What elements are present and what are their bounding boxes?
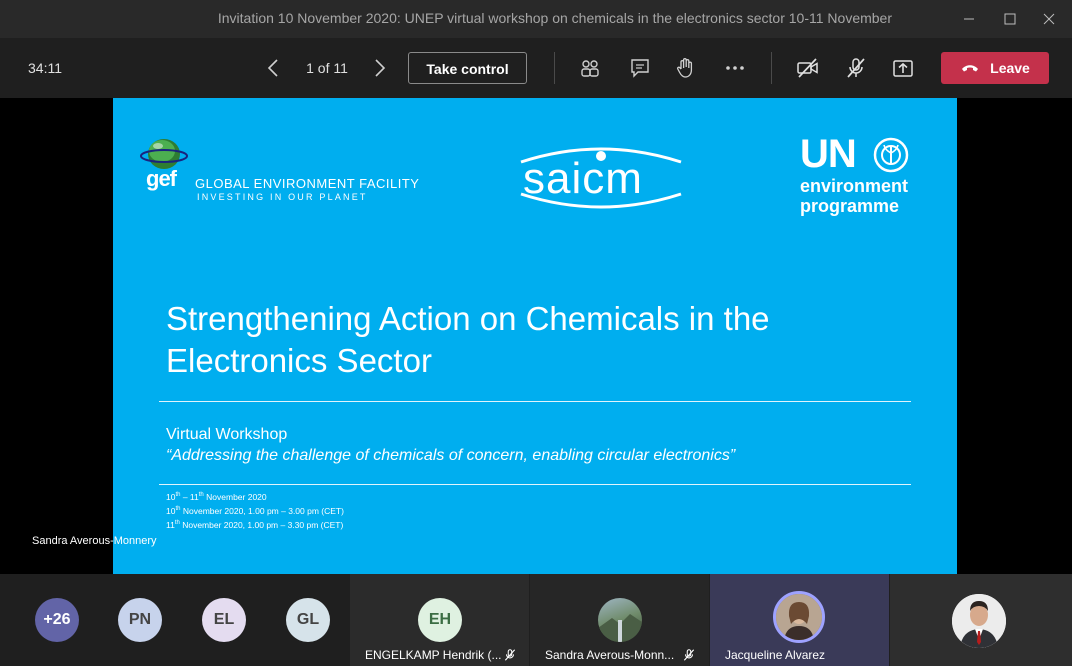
participant-strip: +26 PN EL GL EH ENGELKAMP Hendrik (... S…	[0, 574, 1072, 666]
un-letters: UN	[800, 132, 857, 176]
slide-subtitle: Virtual Workshop	[166, 426, 288, 443]
avatar[interactable]: PN	[118, 598, 162, 642]
overflow-participants-button[interactable]: +26	[35, 598, 79, 642]
slide-divider	[159, 484, 911, 485]
date-line-1: 10th – 11th November 2020	[166, 491, 267, 502]
raise-hand-icon[interactable]	[674, 56, 698, 80]
camera-off-icon[interactable]	[796, 56, 820, 80]
avatar: EH	[418, 598, 462, 642]
landscape-photo-icon	[598, 614, 642, 642]
maximize-icon	[1004, 13, 1016, 25]
close-icon	[1043, 13, 1055, 25]
participant-tile[interactable]: EH ENGELKAMP Hendrik (...	[350, 574, 529, 666]
participant-name: Jacqueline Alvarez	[725, 648, 826, 662]
toolbar-divider	[554, 52, 555, 84]
gef-abbrev: gef	[146, 166, 177, 191]
close-button[interactable]	[1026, 0, 1072, 38]
window-title: Invitation 10 November 2020: UNEP virtua…	[217, 10, 892, 62]
people-icon[interactable]	[578, 56, 602, 80]
avatar	[773, 591, 825, 643]
slide-title-line2: Electronics Sector	[166, 342, 432, 379]
chat-icon[interactable]	[628, 56, 652, 80]
mic-off-icon[interactable]	[844, 56, 868, 80]
mic-off-icon	[504, 649, 516, 661]
slide-dates: 10th – 11th November 2020 10th November …	[166, 489, 344, 530]
share-tray-icon[interactable]	[891, 56, 915, 80]
minimize-icon	[964, 18, 974, 20]
window-title-bar: Invitation 10 November 2020: UNEP virtua…	[0, 0, 1072, 62]
un-env-line2: programme	[800, 196, 900, 216]
meeting-toolbar: 34:11 1 of 11 Take control Leave	[0, 38, 1072, 98]
meeting-timer: 34:11	[28, 60, 62, 76]
chevron-left-icon[interactable]	[262, 56, 286, 80]
date-line-3: 11th November 2020, 1.00 pm – 3.30 pm (C…	[166, 519, 344, 530]
chevron-right-icon[interactable]	[367, 56, 391, 80]
person-photo-icon	[952, 594, 1006, 648]
minimize-button[interactable]	[946, 0, 992, 38]
saicm-wordmark: saicm	[523, 154, 643, 203]
take-control-button[interactable]: Take control	[408, 52, 527, 84]
slide-divider	[159, 401, 911, 402]
participant-tile-active-speaker[interactable]: Jacqueline Alvarez	[710, 574, 889, 666]
mic-off-icon	[683, 649, 695, 661]
participant-name: ENGELKAMP Hendrik (...	[365, 648, 502, 662]
presenter-name-label: Sandra Averous-Monnery	[32, 535, 157, 547]
leave-button[interactable]: Leave	[941, 52, 1049, 84]
un-emblem-icon	[873, 137, 909, 173]
slide-page-indicator: 1 of 11	[306, 60, 348, 76]
slide-quote: “Addressing the challenge of chemicals o…	[166, 447, 736, 464]
date-line-2: 10th November 2020, 1.00 pm – 3.00 pm (C…	[166, 505, 344, 516]
phone-hangup-icon	[962, 65, 979, 72]
avatar[interactable]: GL	[286, 598, 330, 642]
un-env-line1: environment	[800, 176, 909, 196]
toolbar-divider	[771, 52, 772, 84]
gef-tagline: INVESTING IN OUR PLANET	[197, 192, 368, 202]
avatar[interactable]: EL	[202, 598, 246, 642]
avatar	[952, 594, 1006, 648]
shared-content-stage: gef GLOBAL ENVIRONMENT FACILITY INVESTIN…	[0, 98, 1072, 574]
slide-title: Strengthening Action on Chemicals in the…	[166, 298, 906, 382]
person-photo-icon	[776, 594, 822, 640]
participant-tile[interactable]	[890, 574, 1072, 666]
un-environment-programme: environment programme	[800, 176, 908, 216]
leave-label: Leave	[990, 60, 1030, 76]
gef-name: GLOBAL ENVIRONMENT FACILITY	[195, 176, 420, 191]
avatar	[598, 598, 642, 642]
slide-title-line1: Strengthening Action on Chemicals in the	[166, 300, 770, 337]
participant-name: Sandra Averous-Monn...	[545, 648, 675, 662]
more-icon[interactable]	[723, 56, 747, 80]
presentation-slide: gef GLOBAL ENVIRONMENT FACILITY INVESTIN…	[113, 98, 957, 574]
participant-tile[interactable]: Sandra Averous-Monn...	[530, 574, 709, 666]
